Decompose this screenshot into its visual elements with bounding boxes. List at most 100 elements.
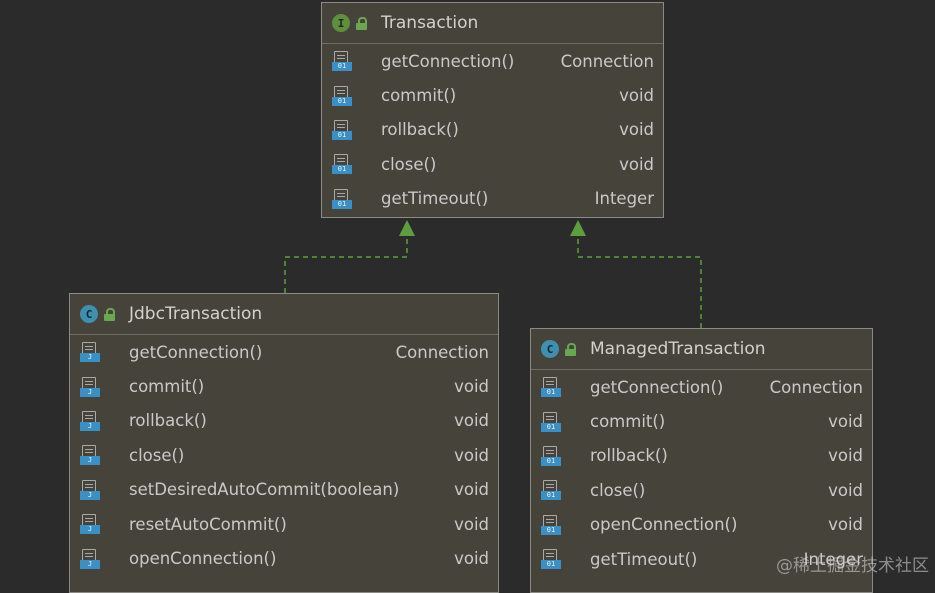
method-icon: 01 — [332, 119, 352, 140]
unlock-icon — [565, 343, 576, 356]
method-row[interactable]: 01 getConnection() Connection — [322, 44, 663, 78]
method-icon-tag: 01 — [541, 388, 561, 398]
arrowhead-managed — [570, 220, 586, 236]
method-return-type: void — [828, 412, 863, 432]
method-row[interactable]: 01 close() void — [531, 473, 872, 507]
method-icon: 01 — [332, 51, 352, 72]
method-icon-tag: 01 — [541, 456, 561, 466]
method-return-type: void — [828, 515, 863, 535]
method-row[interactable]: 01 close() void — [322, 147, 663, 181]
method-return-type: Connection — [560, 51, 654, 71]
method-row[interactable]: Jcommit() void — [70, 369, 498, 403]
method-row[interactable]: 01 openConnection() void — [531, 508, 872, 542]
method-icon: 01 — [541, 445, 561, 466]
class-title: Transaction — [381, 13, 479, 33]
method-row[interactable]: JresetAutoCommit() void — [70, 507, 498, 541]
method-icon: J — [80, 342, 100, 363]
method-icon-tag: 01 — [332, 130, 352, 140]
method-icon: 01 — [332, 85, 352, 106]
arrowhead-jdbc — [399, 220, 415, 236]
method-icon-tag: J — [80, 559, 100, 569]
method-return-type: void — [454, 480, 489, 500]
method-icon: 01 — [541, 411, 561, 432]
edge-managed-to-transaction — [577, 236, 702, 328]
method-row[interactable]: JopenConnection() void — [70, 541, 498, 575]
method-icon: 01 — [541, 514, 561, 535]
method-icon: 01 — [332, 188, 352, 209]
method-name: resetAutoCommit() — [129, 514, 287, 534]
method-name: getConnection() — [590, 377, 724, 397]
method-icon-tag: 01 — [541, 491, 561, 501]
watermark: @稀土掘金技术社区 — [776, 556, 929, 576]
method-row[interactable]: 01 rollback() void — [531, 439, 872, 473]
method-icon-tag: J — [80, 456, 100, 466]
class-jdbc-transaction[interactable]: C JdbcTransaction JgetConnection() Connec… — [69, 293, 499, 593]
method-row[interactable]: Jclose() void — [70, 438, 498, 472]
method-name: commit() — [590, 412, 666, 432]
method-return-type: void — [454, 377, 489, 397]
interface-icon: I — [332, 14, 350, 32]
method-name: openConnection() — [129, 549, 277, 569]
method-list: 01 getConnection() Connection 01 commit() voi… — [322, 44, 663, 216]
method-row[interactable]: 01 commit() void — [322, 78, 663, 112]
method-return-type: void — [619, 154, 654, 174]
method-return-type: void — [828, 480, 863, 500]
class-icon: C — [541, 340, 559, 358]
method-icon: J — [80, 410, 100, 431]
method-icon-tag: 01 — [541, 525, 561, 535]
method-name: rollback() — [129, 411, 207, 431]
method-icon: J — [80, 514, 100, 535]
method-icon: J — [80, 445, 100, 466]
method-name: getConnection() — [129, 342, 263, 362]
method-name: setDesiredAutoCommit(boolean) — [129, 480, 400, 500]
method-return-type: void — [619, 86, 654, 106]
method-name: openConnection() — [590, 515, 738, 535]
class-transaction[interactable]: I Transaction 01 getConnection() Connectio… — [321, 2, 664, 218]
unlock-icon — [356, 17, 367, 30]
method-list: JgetConnection() Connection Jcommit() void J… — [70, 335, 498, 576]
method-name: close() — [381, 154, 437, 174]
method-row[interactable]: JsetDesiredAutoCommit(boolean) void — [70, 473, 498, 507]
method-name: getTimeout() — [590, 549, 698, 569]
method-row[interactable]: 01 commit() void — [531, 404, 872, 438]
method-row[interactable]: 01 rollback() void — [322, 113, 663, 147]
method-icon-tag: 01 — [541, 560, 561, 570]
method-icon-tag: J — [80, 387, 100, 397]
method-icon: 01 — [541, 377, 561, 398]
class-header[interactable]: C JdbcTransaction — [70, 294, 498, 335]
method-icon-tag: 01 — [541, 422, 561, 432]
method-icon-tag: 01 — [332, 199, 352, 209]
method-return-type: void — [454, 514, 489, 534]
method-icon-tag: 01 — [332, 62, 352, 72]
method-row[interactable]: JgetConnection() Connection — [70, 335, 498, 369]
method-icon-tag: 01 — [332, 165, 352, 175]
class-header[interactable]: C ManagedTransaction — [531, 329, 872, 370]
class-header[interactable]: I Transaction — [322, 3, 663, 44]
method-icon-tag: J — [80, 353, 100, 363]
unlock-icon — [104, 308, 115, 321]
method-icon: J — [80, 376, 100, 397]
method-icon: J — [80, 548, 100, 569]
method-return-type: void — [828, 446, 863, 466]
method-name: rollback() — [590, 446, 668, 466]
method-icon: 01 — [541, 480, 561, 501]
class-icon: C — [80, 305, 98, 323]
method-return-type: void — [454, 549, 489, 569]
method-name: commit() — [381, 86, 457, 106]
edge-jdbc-to-transaction — [284, 236, 408, 293]
method-row[interactable]: 01 getConnection() Connection — [531, 370, 872, 404]
method-return-type: Integer — [594, 189, 654, 209]
method-row[interactable]: 01 getTimeout() Integer — [322, 182, 663, 216]
class-title: ManagedTransaction — [590, 339, 766, 359]
method-name: close() — [129, 445, 185, 465]
method-icon: J — [80, 479, 100, 500]
method-row[interactable]: Jrollback() void — [70, 404, 498, 438]
method-name: close() — [590, 480, 646, 500]
method-return-type: void — [454, 445, 489, 465]
method-name: getTimeout() — [381, 189, 489, 209]
method-icon-tag: J — [80, 525, 100, 535]
method-icon-tag: J — [80, 490, 100, 500]
method-icon: 01 — [332, 154, 352, 175]
method-return-type: Connection — [769, 377, 863, 397]
class-title: JdbcTransaction — [129, 304, 263, 324]
